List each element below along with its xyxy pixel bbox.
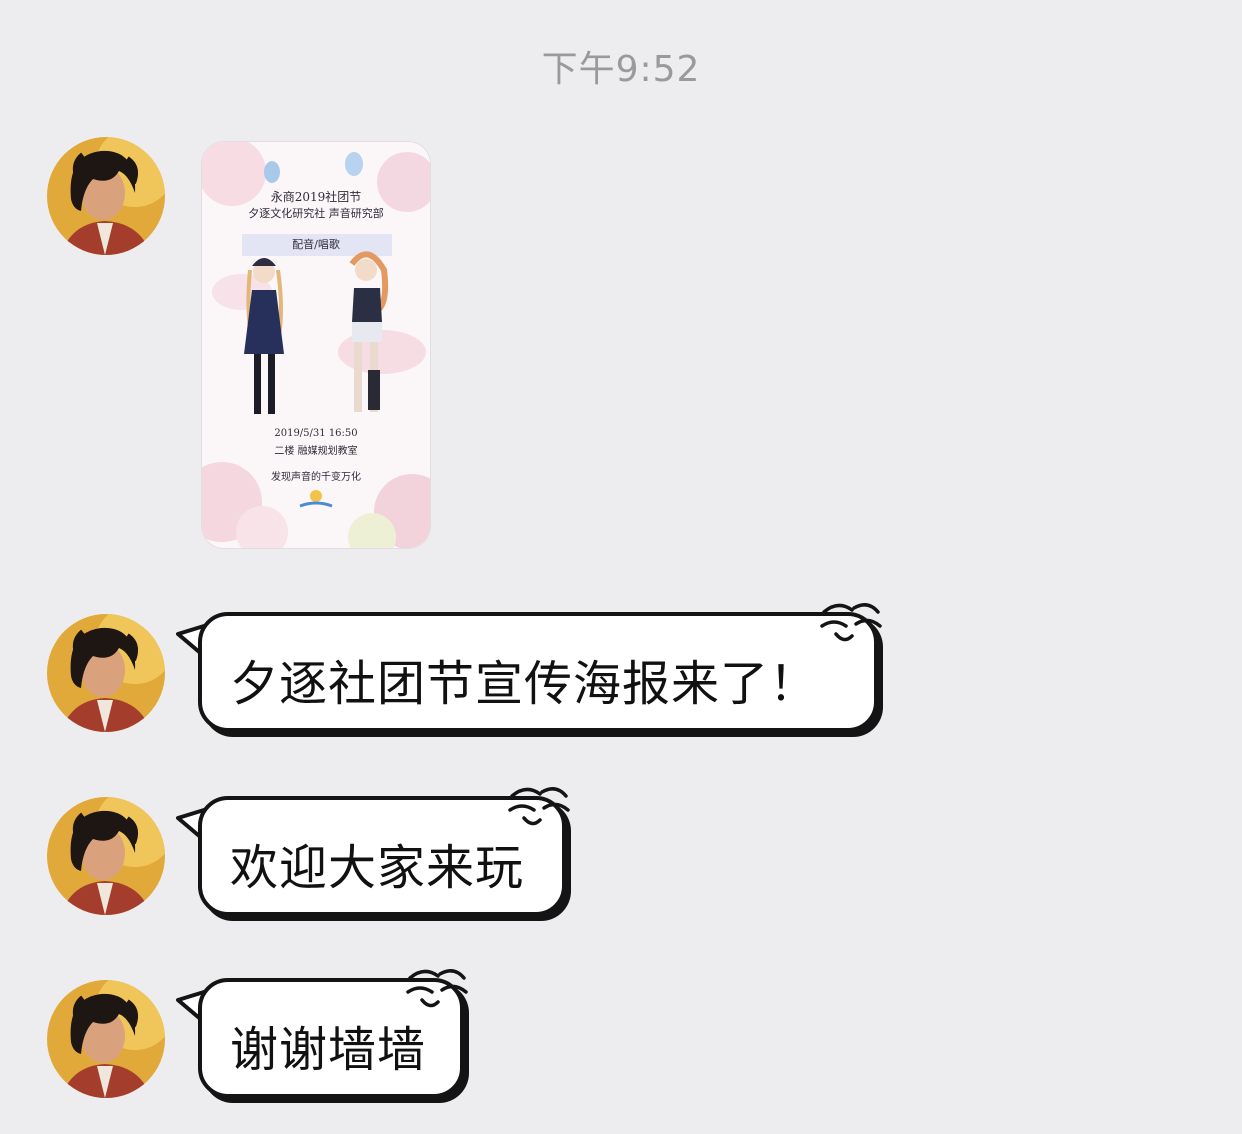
message-text: 欢迎大家来玩 bbox=[230, 840, 525, 896]
poster-location: 二楼 融媒规划教室 bbox=[274, 446, 358, 457]
avatar-image bbox=[47, 980, 165, 1098]
avatar[interactable] bbox=[47, 797, 165, 915]
sweat-drop-doodle-icon bbox=[406, 969, 468, 1008]
poster-subtitle: 配音/唱歌 bbox=[292, 238, 340, 251]
message-text: 谢谢墙墙 bbox=[230, 1022, 427, 1078]
poster-datetime: 2019/5/31 16:50 bbox=[274, 428, 358, 439]
chat-window: 下午9:52 永商2019社团节 夕逐文化研究社 声音研究部 配音/唱歌 201… bbox=[0, 0, 1242, 1134]
avatar[interactable] bbox=[47, 137, 165, 255]
avatar-image bbox=[47, 137, 165, 255]
avatar[interactable] bbox=[47, 614, 165, 732]
bubble-body: 夕逐社团节宣传海报来了！ bbox=[198, 612, 878, 732]
message-timestamp: 下午9:52 bbox=[541, 49, 701, 90]
message-bubble[interactable]: 夕逐社团节宣传海报来了！ bbox=[176, 603, 882, 738]
message-bubble[interactable]: 欢迎大家来玩 bbox=[176, 787, 570, 922]
message-text: 夕逐社团节宣传海报来了！ bbox=[230, 656, 819, 712]
avatar-image bbox=[47, 797, 165, 915]
poster-title: 永商2019社团节 bbox=[270, 190, 362, 204]
sweat-drop-doodle-icon bbox=[508, 787, 570, 826]
poster-image-message[interactable]: 永商2019社团节 夕逐文化研究社 声音研究部 配音/唱歌 2019/5/31 … bbox=[202, 142, 430, 548]
sweat-drop-doodle-icon bbox=[820, 603, 882, 642]
avatar-image bbox=[47, 614, 165, 732]
avatar[interactable] bbox=[47, 980, 165, 1098]
poster-slogan: 发现声音的千变万化 bbox=[271, 472, 361, 483]
message-bubble[interactable]: 谢谢墙墙 bbox=[176, 969, 470, 1104]
poster-clubs: 夕逐文化研究社 声音研究部 bbox=[248, 207, 384, 220]
